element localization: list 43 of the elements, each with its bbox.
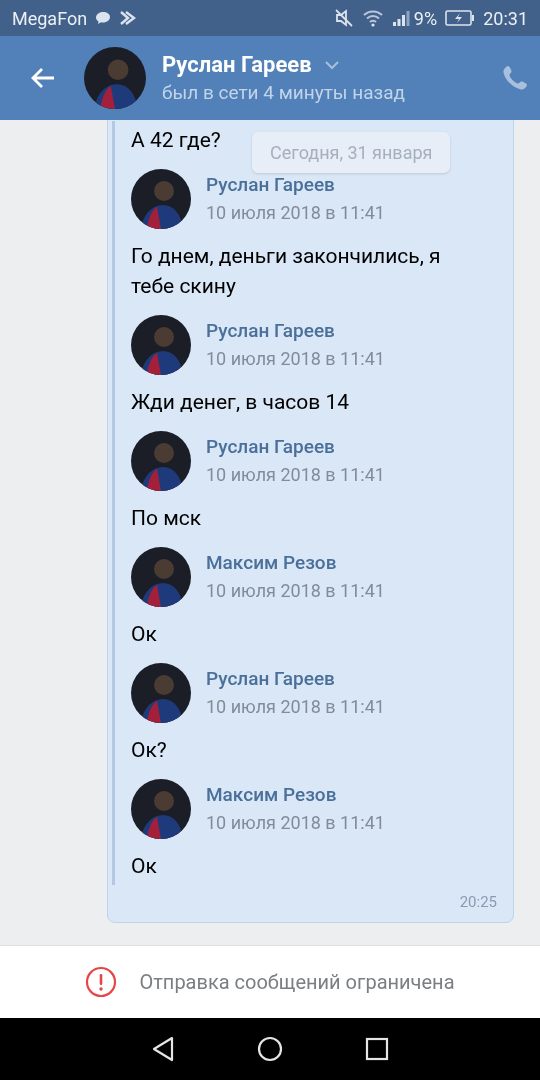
mute-icon: [333, 8, 354, 28]
author-name[interactable]: Руслан Гареев: [206, 433, 385, 461]
avatar[interactable]: [131, 663, 191, 723]
message-date: 10 июля 2018 в 11:41: [206, 347, 385, 371]
author-name[interactable]: Максим Резов: [206, 549, 385, 577]
avatar[interactable]: [131, 547, 191, 607]
message-text: Ок?: [131, 737, 167, 764]
home-nav-icon[interactable]: [257, 1036, 283, 1062]
clock: 20:31: [483, 6, 528, 31]
signal-icon: [391, 9, 410, 27]
message-text: А 42 где?: [131, 127, 221, 154]
message-date: 10 июля 2018 в 11:41: [206, 463, 385, 487]
wifi-icon: [361, 9, 384, 27]
avatar[interactable]: [131, 431, 191, 491]
message-text: Жди денег, в часов 14: [131, 389, 350, 416]
carrier-name: MegaFon: [12, 6, 88, 31]
back-arrow-icon: [30, 67, 56, 89]
author-name[interactable]: Руслан Гареев: [206, 317, 385, 345]
message-date: 10 июля 2018 в 11:41: [206, 695, 385, 719]
message-date: 10 июля 2018 в 11:41: [206, 811, 385, 835]
warning-icon: [85, 966, 118, 998]
battery-icon: [445, 10, 476, 26]
recents-nav-icon[interactable]: [365, 1037, 389, 1061]
battery-percent: 9%: [413, 6, 438, 31]
contact-name[interactable]: Руслан Гареев: [162, 51, 312, 79]
message-time: 20:25: [459, 892, 497, 913]
restriction-notice: Отправка сообщений ограничена: [139, 969, 455, 996]
message-date: 10 июля 2018 в 11:41: [206, 579, 385, 603]
author-name[interactable]: Руслан Гареев: [206, 665, 385, 693]
message-date: 10 июля 2018 в 11:41: [206, 201, 385, 225]
message-text: Ок: [131, 621, 157, 648]
avatar[interactable]: [131, 315, 191, 375]
back-nav-icon[interactable]: [151, 1036, 175, 1062]
message-icon: [95, 11, 112, 25]
message-text: По мск: [131, 505, 202, 532]
message-text: Го днем, деньги закончились, я тебе скину: [131, 243, 442, 300]
date-badge: Сегодня, 31 января: [252, 132, 451, 173]
message-text: Ок: [131, 853, 157, 880]
author-name[interactable]: Максим Резов: [206, 781, 385, 809]
online-status: был в сети 4 минуты назад: [162, 80, 406, 105]
avatar[interactable]: [131, 779, 191, 839]
avatar[interactable]: [131, 169, 191, 229]
author-name[interactable]: Руслан Гареев: [206, 171, 385, 199]
